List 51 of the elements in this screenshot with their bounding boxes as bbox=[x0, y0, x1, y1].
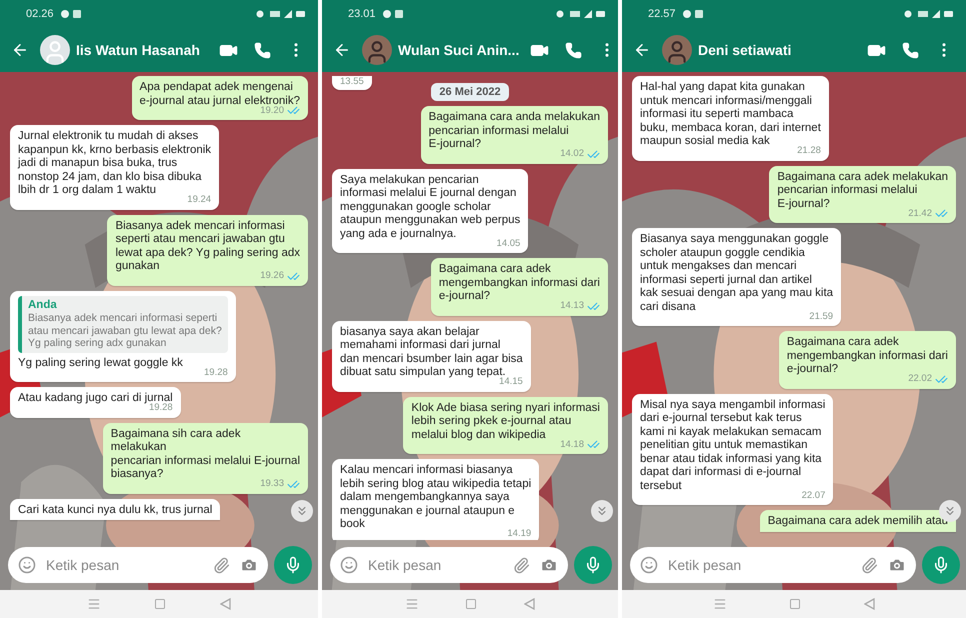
message-text: Kalau mencari informasi biasanya lebih sering blog atau wikipedia tetapi dalam mengembangkannya saya menggunakan e journal ataupun e book bbox=[340, 464, 532, 530]
message-time: 14.02 bbox=[560, 147, 584, 161]
message-text: Misal nya saya mengambil informasi dari e-journal tersebut kak terus kami ni kayak melakukan semacam penelitian gitu untuk memastikan benar atau tidak informasi yang kita dapat dari informasi di e-journal tersebut bbox=[640, 398, 826, 492]
message-text: Biasanya saya menggunakan goggle scholer ataupun goggle cendikia untuk mengakses dan mencari informasi seperti jurnal dan artikel kak sesuai dengan apa yang mau kita cari disana bbox=[640, 233, 834, 312]
status-time: 02.26 bbox=[26, 8, 54, 20]
message-placeholder: Ketik pesan bbox=[46, 557, 120, 573]
message-time: 22.07 bbox=[802, 488, 826, 502]
message-text: Bagaimana sih cara adek melakukan pencarian informasi melalui E-journal biasanya? bbox=[110, 428, 300, 480]
message-time: 19.24 bbox=[187, 193, 212, 207]
message-text: Bagaimana cara adek mengembangkan informasi dari e-journal? bbox=[438, 263, 600, 302]
message-text: Saya melakukan pencarian informasi melalui E journal dengan menggunakan google scholar ataupun menggunakan web perpus yang ada e journalnya. bbox=[340, 174, 520, 240]
message-input-field[interactable]: Ketik pesan bbox=[8, 547, 268, 583]
message-time: 22.02 bbox=[908, 372, 932, 386]
message-text: Atau kadang jugo cari di jurnal bbox=[18, 392, 173, 404]
message-input-field[interactable]: Ketik pesan bbox=[330, 547, 568, 583]
status-time: 22.57 bbox=[648, 8, 676, 20]
message-time: 21.28 bbox=[797, 144, 821, 158]
message-time: 21.59 bbox=[809, 310, 834, 324]
status-time: 23.01 bbox=[348, 8, 376, 20]
message-time: 19.33 bbox=[260, 477, 284, 491]
message-time: 14.05 bbox=[496, 236, 520, 250]
message-time: 19.26 bbox=[260, 269, 284, 283]
contact-name[interactable]: Deni setiawati bbox=[698, 42, 856, 58]
message-text: Bagaimana cara adek melakukan pencarian informasi melalui E-journal? bbox=[777, 170, 948, 210]
date-chip: 26 Mei 2022 bbox=[431, 83, 509, 101]
message-time: 14.15 bbox=[499, 376, 523, 389]
message-time: 14.18 bbox=[560, 438, 584, 452]
message-text: Klok Ade biasa sering nyari informasi lebih sering pkek e-journal atau melalui blog dan wikipedia bbox=[411, 402, 600, 440]
contact-name[interactable]: Iis Watun Hasanah bbox=[76, 42, 208, 58]
message-placeholder: Ketik pesan bbox=[368, 557, 442, 573]
message-time: 13.55 bbox=[340, 74, 364, 88]
message-text: Jurnal elektronik tu mudah di akses kapanpun kk, krno berbasis elektronik jadi di manapun bisa buka, trus nonstop 24 jam, dan klo bisa dibuka lbih dr 1 org dalam 1 waktu bbox=[18, 130, 212, 196]
message-time: 14.13 bbox=[560, 299, 584, 313]
message-text: Apa pendapat adek mengenai e-journal atau jurnal elektronik? bbox=[140, 81, 300, 106]
message-time: 19.28 bbox=[148, 402, 173, 415]
message-time: 14.19 bbox=[507, 527, 532, 540]
message-text: Bagaimana cara anda melakukan pencarian informasi melalui E-journal? bbox=[428, 111, 600, 150]
message-time: 19.28 bbox=[204, 366, 228, 380]
contact-name[interactable]: Wulan Suci Anin... bbox=[398, 42, 520, 58]
message-time: 21.42 bbox=[908, 206, 932, 220]
message-text: Cari kata kunci nya dulu kk, trus jurnal bbox=[18, 504, 212, 517]
message-input-field[interactable]: Ketik pesan bbox=[630, 547, 916, 583]
quote-text: Biasanya adek mencari informasi seperti atau mencari jawaban gtu lewat apa dek? Yg paling sering adx gunakan bbox=[28, 312, 222, 350]
message-text: Biasanya adek mencari informasi seperti atau mencari jawaban gtu lewat apa dek? Yg paling sering adx gunakan bbox=[115, 220, 300, 272]
quote-author: Anda bbox=[28, 298, 58, 312]
message-text: Yg paling sering lewat goggle kk bbox=[18, 356, 184, 370]
message-text: biasanya saya akan belajar memahami informasi dari jurnal dan mencari bsumber lain agar bisa dibuat satu simpulan yang tepat. bbox=[340, 326, 523, 378]
message-time: 19.20 bbox=[260, 104, 284, 118]
message-text: Bagaimana cara adek mengembangkan informasi dari e-journal? bbox=[786, 336, 948, 375]
message-placeholder: Ketik pesan bbox=[668, 557, 742, 573]
message-text: Hal-hal yang dapat kita gunakan untuk mencari informasi/menggali informasi itu seperti mambaca buku, membaca koran, dari internet maupun sosial media kak bbox=[640, 81, 821, 147]
